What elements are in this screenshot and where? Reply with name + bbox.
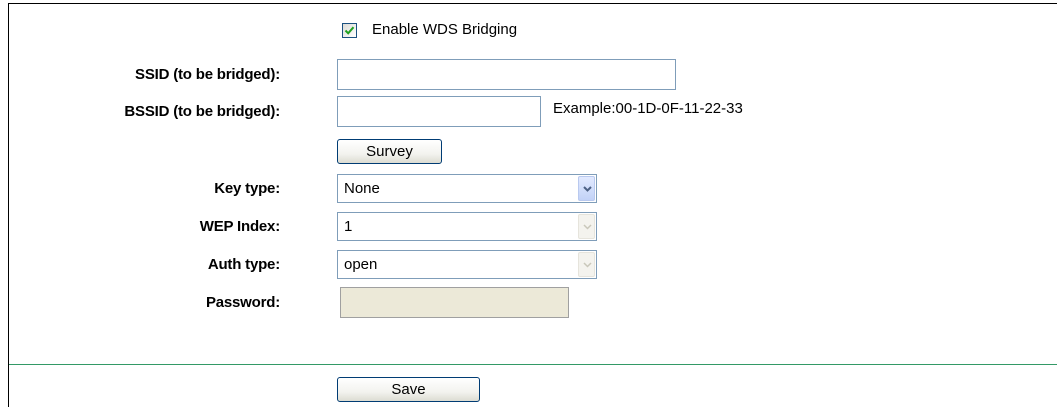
- wep-index-dropdown-button[interactable]: [578, 214, 595, 239]
- chevron-down-icon: [583, 262, 592, 268]
- save-button[interactable]: Save: [337, 377, 480, 402]
- chevron-down-icon: [583, 224, 592, 230]
- auth-type-select[interactable]: open: [337, 250, 597, 279]
- password-input[interactable]: [340, 287, 569, 318]
- auth-type-label: Auth type:: [207, 256, 280, 273]
- key-type-value: None: [344, 180, 380, 197]
- survey-button[interactable]: Survey: [337, 139, 442, 164]
- enable-wds-checkbox[interactable]: [342, 23, 357, 38]
- auth-type-dropdown-button[interactable]: [578, 252, 595, 277]
- bssid-label: BSSID (to be bridged):: [124, 103, 280, 120]
- ssid-input[interactable]: [337, 59, 676, 90]
- bssid-input[interactable]: [337, 96, 541, 127]
- key-type-dropdown-button[interactable]: [578, 176, 595, 201]
- section-divider: [9, 364, 1057, 365]
- ssid-label: SSID (to be bridged):: [135, 66, 280, 83]
- enable-wds-label: Enable WDS Bridging: [372, 21, 518, 38]
- checkmark-icon: [344, 26, 355, 35]
- wep-index-value: 1: [344, 218, 353, 235]
- auth-type-value: open: [344, 256, 378, 273]
- password-label: Password:: [205, 294, 280, 311]
- key-type-label: Key type:: [214, 180, 280, 197]
- wep-index-label: WEP Index:: [199, 218, 280, 235]
- wep-index-select[interactable]: 1: [337, 212, 597, 241]
- key-type-select[interactable]: None: [337, 174, 597, 203]
- chevron-down-icon: [583, 186, 592, 192]
- bssid-example-hint: Example:00-1D-0F-11-22-33: [553, 100, 743, 117]
